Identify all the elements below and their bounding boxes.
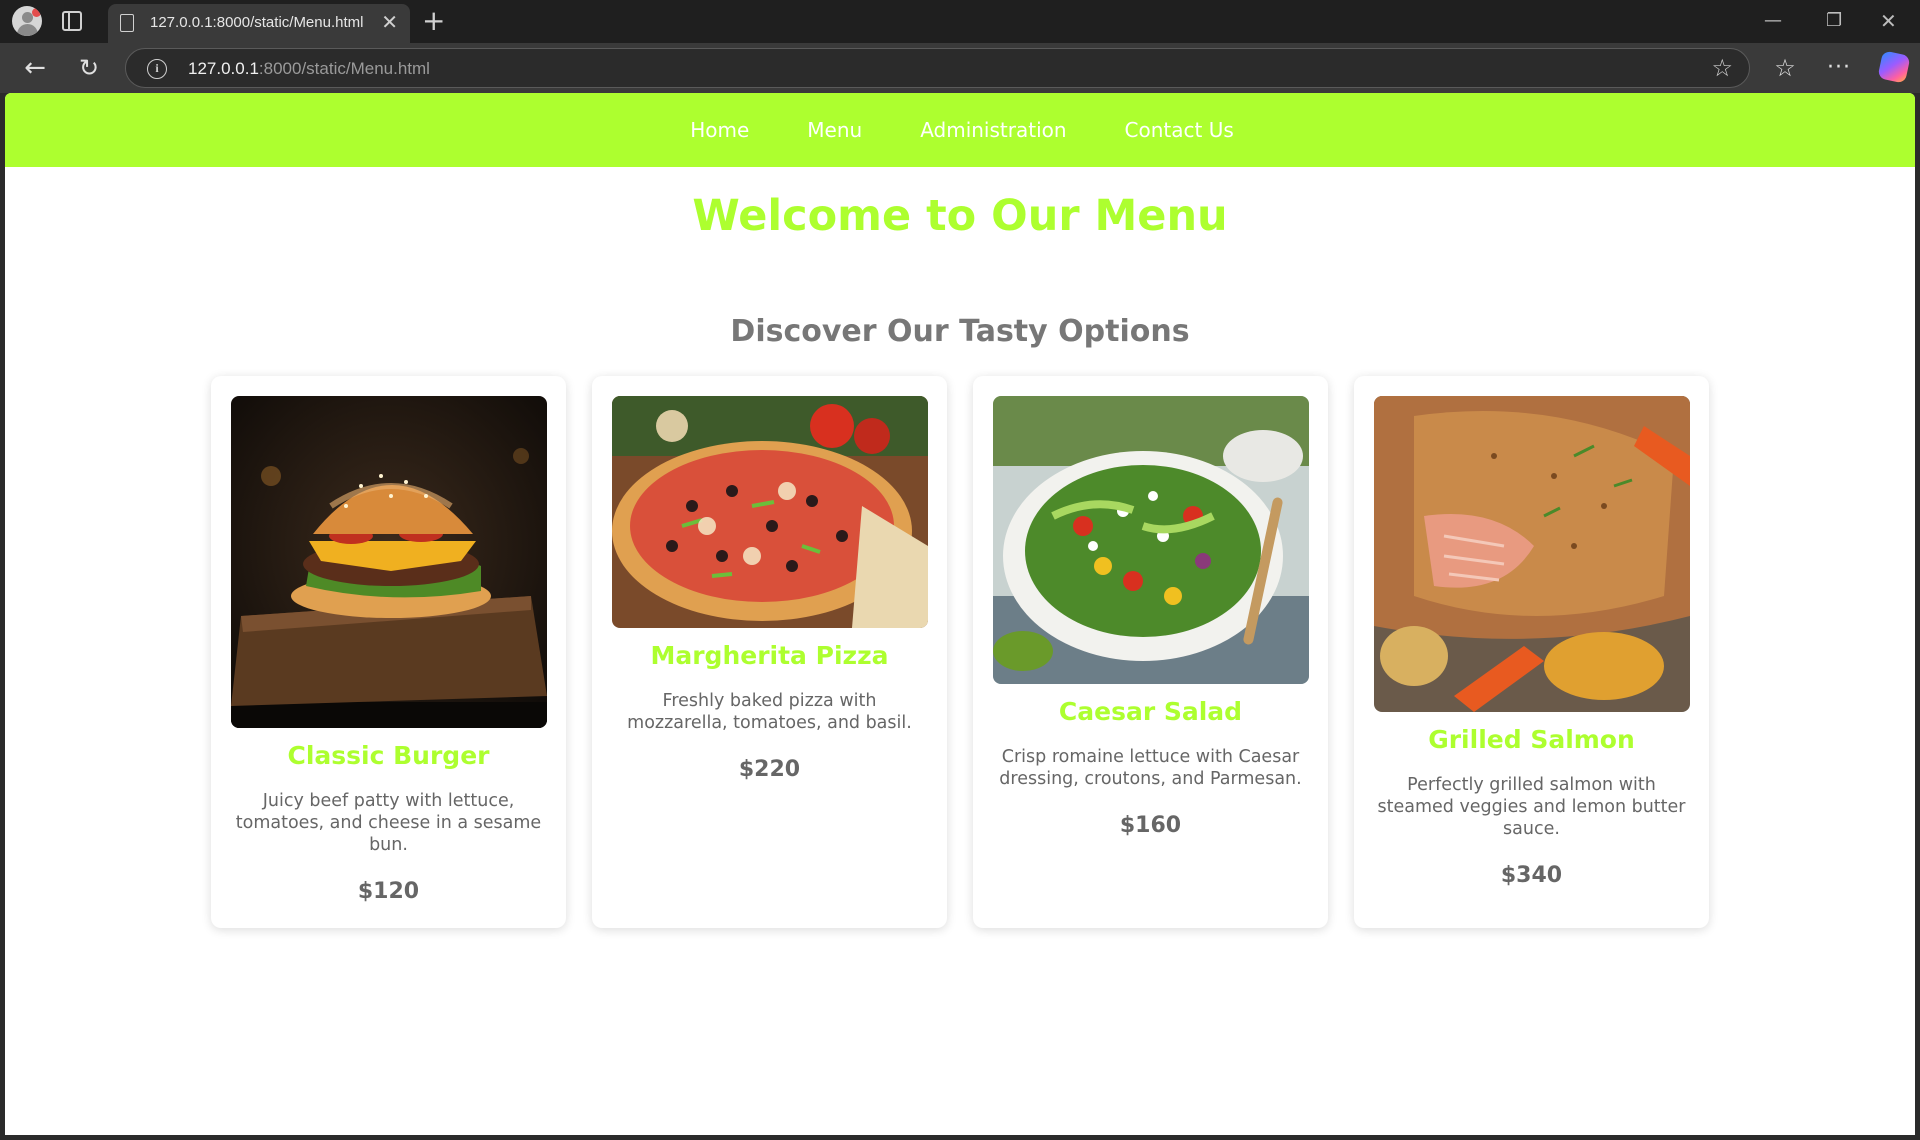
item-description: Freshly baked pizza with mozzarella, tom… bbox=[627, 691, 912, 733]
nav-link-menu[interactable]: Menu bbox=[807, 118, 862, 142]
more-options-icon[interactable]: ··· bbox=[1822, 52, 1856, 84]
back-arrow-icon[interactable]: ← bbox=[18, 51, 52, 85]
item-price: $160 bbox=[1119, 813, 1182, 838]
url-host: 127.0.0.1 bbox=[188, 59, 259, 78]
menu-card-burger: Classic Burger Juicy beef patty with let… bbox=[211, 376, 566, 928]
new-tab-icon[interactable]: + bbox=[422, 5, 445, 37]
pizza-photo bbox=[612, 396, 928, 628]
item-name: Margherita Pizza bbox=[650, 641, 889, 670]
item-name: Caesar Salad bbox=[1058, 697, 1243, 726]
section-title: Discover Our Tasty Options bbox=[730, 314, 1190, 349]
restore-icon[interactable]: ❐ bbox=[1826, 6, 1842, 36]
nav-link-contact-us[interactable]: Contact Us bbox=[1125, 118, 1234, 142]
item-description: Crisp romaine lettuce with Caesar dressi… bbox=[999, 747, 1302, 789]
address-bar[interactable]: i 127.0.0.1:8000/static/Menu.html ☆ bbox=[125, 48, 1750, 88]
nav-link-administration[interactable]: Administration bbox=[920, 118, 1066, 142]
item-price: $220 bbox=[738, 757, 801, 782]
item-name: Grilled Salmon bbox=[1428, 725, 1635, 754]
profile-avatar-icon[interactable] bbox=[12, 6, 42, 36]
burger-photo bbox=[231, 396, 547, 728]
window-close-icon[interactable]: ✕ bbox=[1880, 6, 1897, 36]
item-price: $120 bbox=[357, 879, 420, 904]
browser-tab-bar: 127.0.0.1:8000/static/Menu.html ✕ + — ❐ … bbox=[0, 0, 1920, 43]
reload-icon[interactable]: ↻ bbox=[72, 51, 106, 85]
close-tab-icon[interactable]: ✕ bbox=[381, 10, 398, 34]
minimize-icon[interactable]: — bbox=[1764, 6, 1782, 36]
menu-card-salad: Caesar Salad Crisp romaine lettuce with … bbox=[973, 376, 1328, 928]
tab-actions-icon[interactable] bbox=[62, 11, 82, 31]
favorite-star-icon[interactable]: ☆ bbox=[1711, 54, 1733, 82]
tab-title: 127.0.0.1:8000/static/Menu.html bbox=[150, 14, 364, 31]
salmon-photo bbox=[1374, 396, 1690, 712]
item-name: Classic Burger bbox=[287, 741, 490, 770]
site-navbar: Home Menu Administration Contact Us bbox=[5, 93, 1915, 167]
menu-card-pizza: Margherita Pizza Freshly baked pizza wit… bbox=[592, 376, 947, 928]
url-text: 127.0.0.1:8000/static/Menu.html bbox=[188, 59, 430, 79]
url-path: :8000/static/Menu.html bbox=[258, 59, 430, 78]
site-info-icon[interactable]: i bbox=[147, 59, 167, 79]
copilot-icon[interactable] bbox=[1877, 50, 1911, 84]
menu-card-salmon: Grilled Salmon Perfectly grilled salmon … bbox=[1354, 376, 1709, 928]
page-icon bbox=[120, 14, 134, 32]
item-description: Perfectly grilled salmon with steamed ve… bbox=[1377, 775, 1686, 839]
page-viewport: Home Menu Administration Contact Us Welc… bbox=[5, 93, 1915, 1135]
salad-photo bbox=[993, 396, 1309, 684]
item-price: $340 bbox=[1500, 863, 1563, 888]
item-description: Juicy beef patty with lettuce, tomatoes,… bbox=[235, 791, 542, 855]
page-title: Welcome to Our Menu bbox=[692, 191, 1228, 241]
browser-tab[interactable]: 127.0.0.1:8000/static/Menu.html ✕ bbox=[108, 4, 410, 43]
browser-toolbar: ← ↻ i 127.0.0.1:8000/static/Menu.html ☆ … bbox=[0, 43, 1920, 93]
nav-link-home[interactable]: Home bbox=[690, 118, 749, 142]
favorites-icon[interactable]: ☆ bbox=[1768, 52, 1802, 84]
